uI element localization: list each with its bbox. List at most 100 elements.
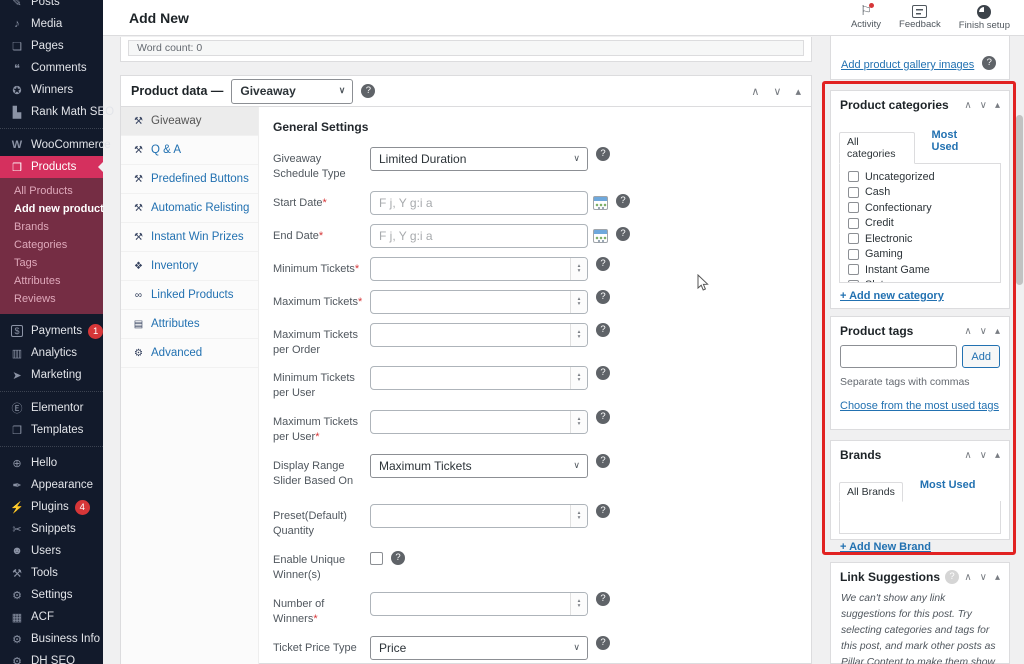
tab-most-used[interactable]: Most Used xyxy=(924,126,993,156)
tab-predefined-buttons[interactable]: ⚒ Predefined Buttons xyxy=(121,165,258,194)
help-icon[interactable] xyxy=(391,551,405,566)
help-icon[interactable] xyxy=(596,635,610,650)
help-icon[interactable] xyxy=(596,289,610,304)
submenu-reviews[interactable]: Reviews xyxy=(0,290,103,308)
category-checkbox[interactable] xyxy=(848,248,859,260)
tab-most-used[interactable]: Most Used xyxy=(912,476,984,494)
move-down-button[interactable]: ∨ xyxy=(980,100,987,111)
move-down-button[interactable]: ∨ xyxy=(980,326,987,337)
submenu-categories[interactable]: Categories xyxy=(0,236,103,254)
toggle-panel-button[interactable]: ▴ xyxy=(795,85,801,98)
submenu-all-products[interactable]: All Products xyxy=(0,182,103,200)
sidebar-item-marketing[interactable]: ➤ Marketing xyxy=(0,364,103,386)
ticket-price-type-select[interactable]: Price ∨ xyxy=(370,635,588,660)
sidebar-item-elementor[interactable]: Ⓔ Elementor xyxy=(0,397,103,419)
category-list[interactable]: Uncategorized Cash Confectionary Credit … xyxy=(839,163,1001,283)
submenu-add-new-product[interactable]: Add new product xyxy=(0,200,104,218)
sidebar-item-media[interactable]: ♪ Media xyxy=(0,13,103,35)
toggle-panel-button[interactable]: ▴ xyxy=(995,326,1000,337)
sidebar-item-settings[interactable]: ⚙ Settings xyxy=(0,584,103,606)
category-checkbox[interactable] xyxy=(848,264,859,276)
submenu-brands[interactable]: Brands xyxy=(0,218,103,236)
help-icon[interactable] xyxy=(596,366,610,381)
sidebar-item-analytics[interactable]: ▥ Analytics xyxy=(0,342,103,364)
help-icon[interactable] xyxy=(945,570,960,584)
toggle-panel-button[interactable]: ▴ xyxy=(995,100,1000,111)
move-up-button[interactable]: ∧ xyxy=(964,572,971,583)
sidebar-item-products[interactable]: ❒ Products xyxy=(0,156,103,178)
sidebar-item-winners[interactable]: ✪ Winners xyxy=(0,79,103,101)
number-stepper[interactable]: ▴ ▾ xyxy=(570,367,587,390)
category-item[interactable]: Credit xyxy=(848,216,1000,232)
submenu-tags[interactable]: Tags xyxy=(0,254,103,272)
tab-instant-win-prizes[interactable]: ⚒ Instant Win Prizes xyxy=(121,223,258,252)
sidebar-item-dh-seo[interactable]: ⚙ DH SEO xyxy=(0,650,103,664)
number-of-winners-input[interactable] xyxy=(370,591,588,616)
sidebar-item-woocommerce[interactable]: W WooCommerce xyxy=(0,134,111,156)
category-checkbox[interactable] xyxy=(848,171,859,183)
help-icon[interactable] xyxy=(361,84,376,98)
tab-automatic-relisting[interactable]: ⚒ Automatic Relisting xyxy=(121,194,258,223)
range-slider-based-on-select[interactable]: Maximum Tickets ∨ xyxy=(370,453,588,478)
product-type-select[interactable]: Giveaway ∨ xyxy=(231,78,354,104)
sidebar-item-templates[interactable]: ❐ Templates xyxy=(0,419,103,441)
category-checkbox[interactable] xyxy=(848,202,859,214)
category-checkbox[interactable] xyxy=(848,279,859,282)
sidebar-item-appearance[interactable]: ✒ Appearance xyxy=(0,474,103,496)
help-icon[interactable] xyxy=(596,410,610,425)
number-stepper[interactable]: ▴ ▾ xyxy=(570,411,587,434)
number-stepper[interactable]: ▴ ▾ xyxy=(570,323,587,346)
tab-giveaway[interactable]: ⚒ Giveaway xyxy=(121,107,258,136)
toggle-panel-button[interactable]: ▴ xyxy=(995,572,1000,583)
sidebar-item-acf[interactable]: ▦ ACF xyxy=(0,606,103,628)
sidebar-item-users[interactable]: ☻ Users xyxy=(0,540,103,562)
category-item[interactable]: Gaming xyxy=(848,247,1000,263)
category-item[interactable]: Slots xyxy=(848,278,1000,282)
sidebar-item-rank-math-seo[interactable]: ▙ Rank Math SEO xyxy=(0,101,114,123)
help-icon[interactable] xyxy=(596,147,610,161)
calendar-icon[interactable] xyxy=(593,195,608,210)
activity-button[interactable]: ⚐ Activity xyxy=(851,3,881,31)
tag-input[interactable] xyxy=(840,345,958,368)
move-down-button[interactable]: ∨ xyxy=(773,85,781,98)
help-icon[interactable] xyxy=(596,256,610,271)
sidebar-item-business-info[interactable]: ⚙ Business Info xyxy=(0,628,103,650)
sidebar-item-payments[interactable]: $ Payments 1 xyxy=(0,320,104,342)
submenu-attributes[interactable]: Attributes xyxy=(0,272,103,290)
start-date-input[interactable] xyxy=(370,190,588,215)
help-icon[interactable] xyxy=(616,193,630,208)
tab-linked-products[interactable]: ∞ Linked Products xyxy=(121,281,258,310)
move-up-button[interactable]: ∧ xyxy=(964,326,971,337)
tab-q-and-a[interactable]: ⚒ Q & A xyxy=(121,136,258,165)
move-up-button[interactable]: ∧ xyxy=(964,100,971,111)
number-stepper[interactable]: ▴ ▾ xyxy=(570,505,587,528)
tab-attributes[interactable]: ▤ Attributes xyxy=(121,310,258,339)
maximum-tickets-per-user-input[interactable] xyxy=(370,410,588,435)
feedback-button[interactable]: Feedback xyxy=(899,4,941,31)
giveaway-schedule-type-select[interactable]: Limited Duration ∨ xyxy=(370,147,588,171)
sidebar-item-plugins[interactable]: ⚡ Plugins 4 xyxy=(0,496,103,518)
preset-quantity-input[interactable] xyxy=(370,504,588,529)
tab-advanced[interactable]: ⚙ Advanced xyxy=(121,339,258,368)
help-icon[interactable] xyxy=(596,504,610,519)
category-checkbox[interactable] xyxy=(848,186,859,198)
most-used-tags-link[interactable]: Choose from the most used tags xyxy=(840,400,999,412)
add-tag-button[interactable]: Add xyxy=(962,345,1000,368)
sidebar-item-hello[interactable]: ⊕ Hello xyxy=(0,452,103,474)
number-stepper[interactable]: ▴ ▾ xyxy=(570,257,587,280)
help-icon[interactable] xyxy=(596,453,610,468)
calendar-icon[interactable] xyxy=(593,228,608,243)
finish-setup-button[interactable]: Finish setup xyxy=(959,4,1010,31)
add-new-brand-link[interactable]: + Add New Brand xyxy=(840,541,931,553)
sidebar-item-snippets[interactable]: ✂ Snippets xyxy=(0,518,103,540)
brands-list[interactable] xyxy=(839,501,1001,534)
move-up-button[interactable]: ∧ xyxy=(751,85,759,98)
scrollbar-thumb[interactable] xyxy=(1016,115,1023,285)
tab-inventory[interactable]: ❖ Inventory xyxy=(121,252,258,281)
help-icon[interactable] xyxy=(596,322,610,337)
move-up-button[interactable]: ∧ xyxy=(964,450,971,461)
help-icon[interactable] xyxy=(982,56,997,70)
toggle-panel-button[interactable]: ▴ xyxy=(995,450,1000,461)
sidebar-item-tools[interactable]: ⚒ Tools xyxy=(0,562,103,584)
sidebar-item-comments[interactable]: ❝ Comments xyxy=(0,57,103,79)
